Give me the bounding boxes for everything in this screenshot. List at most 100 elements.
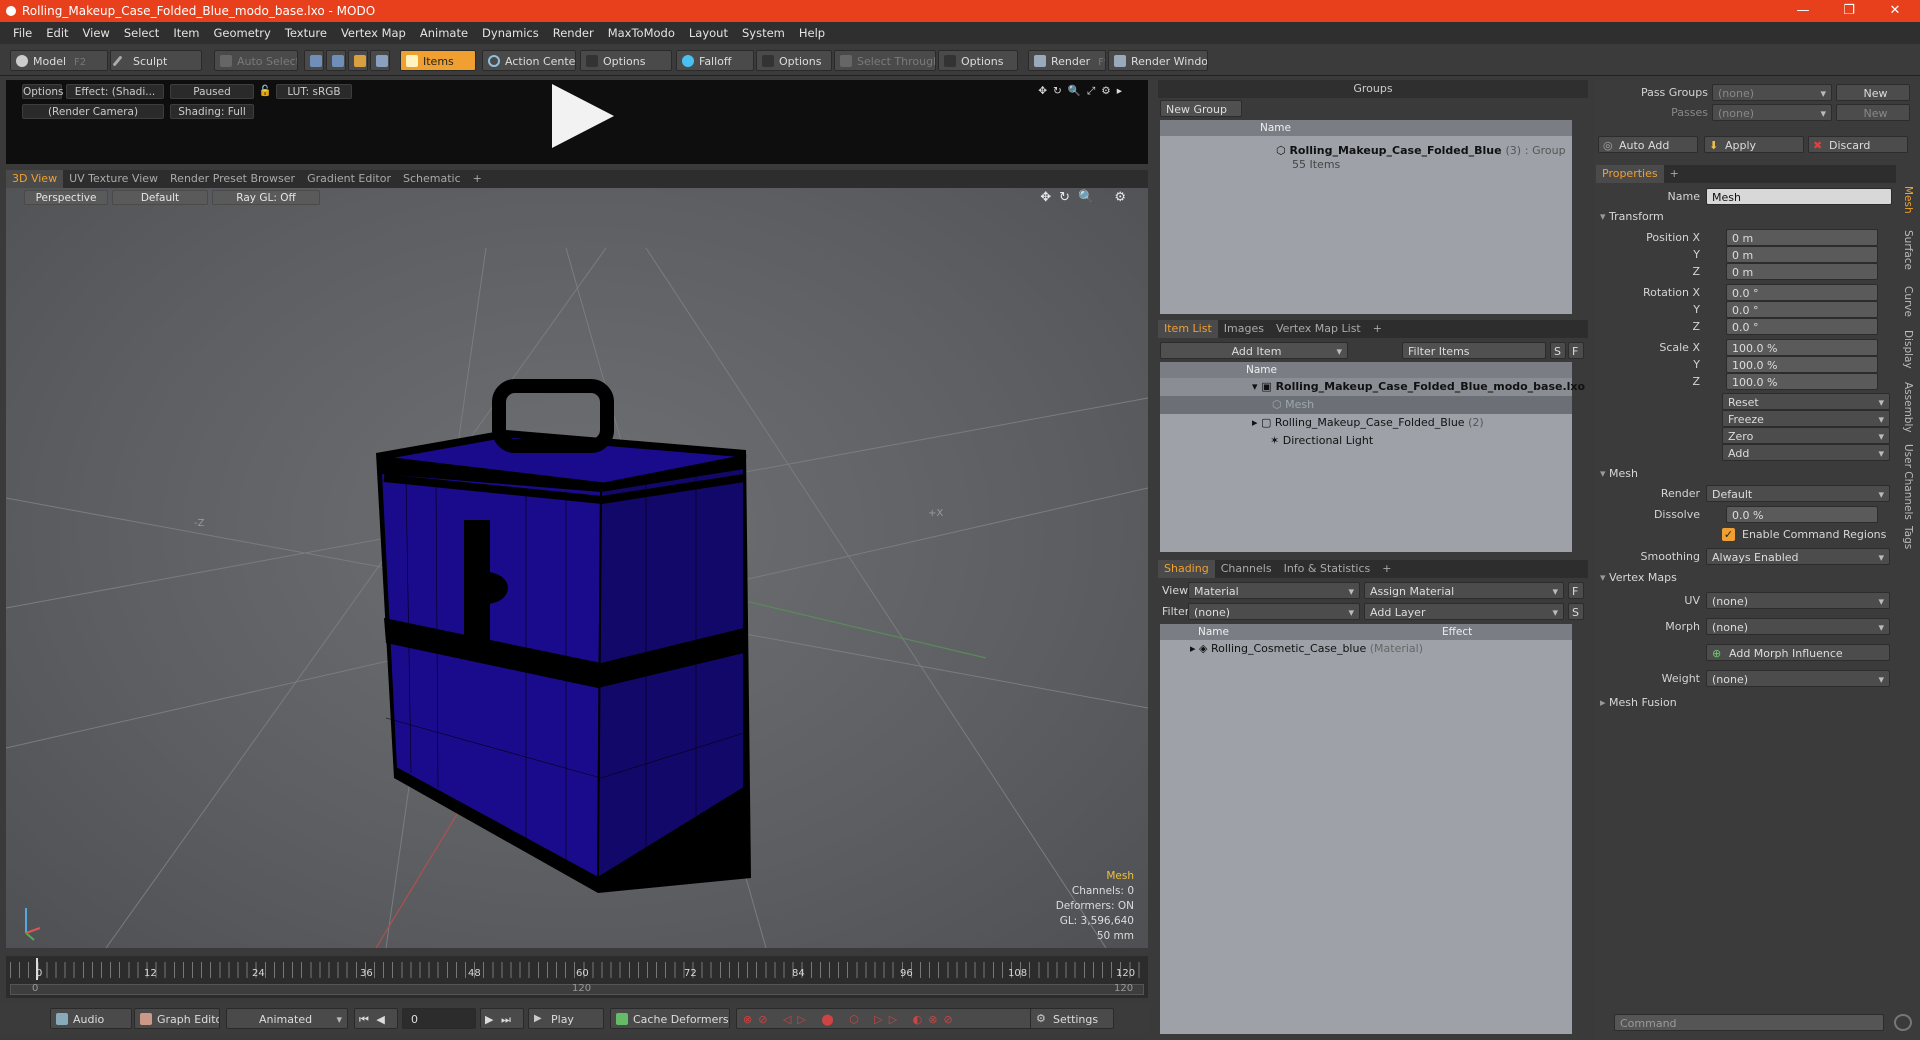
- minimize-button[interactable]: —: [1780, 0, 1826, 22]
- preview-camera-dropdown[interactable]: (Render Camera): [22, 104, 164, 119]
- passes-new-button[interactable]: New: [1836, 104, 1910, 121]
- skip-forward-buttons[interactable]: ▶ ⏭: [480, 1008, 524, 1029]
- menu-file[interactable]: File: [13, 26, 32, 40]
- menu-help[interactable]: Help: [799, 26, 825, 40]
- add-layer-dropdown[interactable]: Add Layer: [1364, 603, 1564, 620]
- apply-button[interactable]: ⬇ Apply: [1704, 136, 1804, 153]
- weight-dropdown[interactable]: (none): [1706, 670, 1890, 687]
- item-row-mesh[interactable]: ⬡ Mesh: [1160, 396, 1572, 414]
- menu-dynamics[interactable]: Dynamics: [482, 26, 539, 40]
- add-morph-influence-button[interactable]: ⊕ Add Morph Influence: [1706, 644, 1890, 661]
- preview-shading-dropdown[interactable]: Shading: Full: [170, 104, 254, 119]
- material-row[interactable]: ▸ ◈ Rolling_Cosmetic_Case_blue (Material…: [1190, 640, 1423, 658]
- auto-select-button[interactable]: Auto Select: [214, 50, 298, 71]
- position-z-field[interactable]: 0 m: [1726, 263, 1878, 280]
- audio-button[interactable]: Audio: [50, 1008, 132, 1029]
- scale-x-field[interactable]: 100.0 %: [1726, 339, 1878, 356]
- close-button[interactable]: ✕: [1872, 0, 1918, 22]
- vertex-maps-section[interactable]: ▾ Vertex Maps: [1600, 569, 1900, 586]
- menu-view[interactable]: View: [83, 26, 110, 40]
- item-row-light[interactable]: ✶ Directional Light: [1160, 432, 1373, 450]
- side-tab-display[interactable]: Display: [1902, 330, 1914, 369]
- discard-button[interactable]: ✖ Discard: [1808, 136, 1908, 153]
- side-tab-curve[interactable]: Curve: [1902, 286, 1914, 317]
- preview-effect-dropdown[interactable]: Effect: (Shadi...: [66, 84, 164, 99]
- timeline[interactable]: 0 12 24 36 48 60 72 84 96 108 120 0 120 …: [6, 956, 1148, 998]
- maximize-button[interactable]: ❐: [1826, 0, 1872, 22]
- tab-channels[interactable]: Channels: [1215, 560, 1278, 578]
- skip-back-buttons[interactable]: ⏮ ◀: [354, 1008, 398, 1029]
- materials-mode-button[interactable]: [370, 50, 390, 71]
- edges-mode-button[interactable]: [326, 50, 346, 71]
- mesh-fusion-section[interactable]: ▸ Mesh Fusion: [1600, 694, 1900, 711]
- menu-vertex-map[interactable]: Vertex Map: [341, 26, 406, 40]
- animated-dropdown[interactable]: Animated: [226, 1008, 348, 1029]
- smoothing-dropdown[interactable]: Always Enabled: [1706, 548, 1890, 565]
- select-through-options-button[interactable]: Options: [938, 50, 1018, 71]
- vertices-mode-button[interactable]: [304, 50, 324, 71]
- zero-dropdown[interactable]: Zero: [1722, 427, 1890, 444]
- freeze-dropdown[interactable]: Freeze: [1722, 410, 1890, 427]
- tab-item-list[interactable]: Item List: [1158, 320, 1218, 338]
- preview-options-button[interactable]: Options: [22, 84, 64, 99]
- tab-add[interactable]: +: [1367, 320, 1388, 338]
- tab-render-preset-browser[interactable]: Render Preset Browser: [164, 170, 301, 188]
- side-tab-surface[interactable]: Surface: [1902, 230, 1914, 270]
- shading-f-button[interactable]: F: [1568, 582, 1584, 599]
- render-dropdown[interactable]: Default: [1706, 485, 1890, 502]
- add-item-dropdown[interactable]: Add Item: [1160, 342, 1348, 359]
- menu-geometry[interactable]: Geometry: [214, 26, 271, 40]
- 3d-viewport[interactable]: Perspective Default Ray GL: Off ✥↻🔍 ⚙ -Z…: [6, 188, 1148, 948]
- preview-lut-dropdown[interactable]: LUT: sRGB: [276, 84, 352, 99]
- filter-items-input[interactable]: Filter Items: [1402, 342, 1546, 359]
- side-tab-tags[interactable]: Tags: [1902, 526, 1914, 549]
- tab-uv-texture-view[interactable]: UV Texture View: [63, 170, 164, 188]
- side-tab-mesh[interactable]: Mesh: [1902, 186, 1914, 214]
- shader-tree[interactable]: Name Effect ▸ ◈ Rolling_Cosmetic_Case_bl…: [1160, 624, 1572, 1034]
- item-list[interactable]: Name ▾ ▣ Rolling_Makeup_Case_Folded_Blue…: [1160, 362, 1585, 552]
- select-through-button[interactable]: Select Through: [834, 50, 936, 71]
- side-tab-assembly[interactable]: Assembly: [1902, 382, 1914, 433]
- rotation-x-field[interactable]: 0.0 °: [1726, 284, 1878, 301]
- pass-groups-dropdown[interactable]: (none): [1712, 84, 1832, 101]
- key-record-buttons[interactable]: ⊗⊘ ◁▷ ⬤ ⬡ ▷▷ ◐⊗⊘: [736, 1008, 1036, 1029]
- filter-f-button[interactable]: F: [1568, 342, 1584, 359]
- position-x-field[interactable]: 0 m: [1726, 229, 1878, 246]
- graph-editor-button[interactable]: Graph Editor: [134, 1008, 220, 1029]
- transform-section[interactable]: ▾ Transform: [1600, 208, 1900, 225]
- menu-edit[interactable]: Edit: [46, 26, 68, 40]
- frame-input[interactable]: 0: [402, 1008, 476, 1029]
- filter-s-button[interactable]: S: [1550, 342, 1566, 359]
- tab-add[interactable]: +: [467, 170, 488, 188]
- view-dropdown[interactable]: Material: [1188, 582, 1360, 599]
- preview-paused-button[interactable]: Paused: [170, 84, 254, 99]
- action-center-button[interactable]: Action Center: [482, 50, 576, 71]
- tab-add[interactable]: +: [1664, 165, 1685, 183]
- shading-s-button[interactable]: S: [1568, 603, 1584, 620]
- rotation-z-field[interactable]: 0.0 °: [1726, 318, 1878, 335]
- reset-dropdown[interactable]: Reset: [1722, 393, 1890, 410]
- menu-animate[interactable]: Animate: [420, 26, 468, 40]
- items-mode-button[interactable]: Items: [400, 50, 476, 71]
- morph-dropdown[interactable]: (none): [1706, 618, 1890, 635]
- falloff-button[interactable]: Falloff: [676, 50, 754, 71]
- item-row-group[interactable]: ▸ ▢ Rolling_Makeup_Case_Folded_Blue (2): [1160, 414, 1484, 432]
- menu-select[interactable]: Select: [124, 26, 159, 40]
- menu-texture[interactable]: Texture: [285, 26, 327, 40]
- action-center-options-button[interactable]: Options: [580, 50, 672, 71]
- item-row-scene[interactable]: ▾ ▣ Rolling_Makeup_Case_Folded_Blue_modo…: [1160, 378, 1585, 396]
- lock-icon[interactable]: 🔓: [258, 84, 272, 99]
- uv-dropdown[interactable]: (none): [1706, 592, 1890, 609]
- tab-properties[interactable]: Properties: [1596, 165, 1664, 183]
- tab-images[interactable]: Images: [1218, 320, 1270, 338]
- groups-list[interactable]: Name ⬡ Rolling_Makeup_Case_Folded_Blue (…: [1160, 120, 1572, 314]
- tab-3d-view[interactable]: 3D View: [6, 170, 64, 188]
- name-input[interactable]: Mesh: [1706, 188, 1892, 205]
- enable-command-regions-checkbox[interactable]: ✓: [1722, 528, 1735, 541]
- scale-z-field[interactable]: 100.0 %: [1726, 373, 1878, 390]
- tab-gradient-editor[interactable]: Gradient Editor: [301, 170, 397, 188]
- cache-deformers-button[interactable]: Cache Deformers: [610, 1008, 730, 1029]
- rotation-y-field[interactable]: 0.0 °: [1726, 301, 1878, 318]
- side-tab-user-channels[interactable]: User Channels: [1902, 444, 1914, 520]
- assign-material-dropdown[interactable]: Assign Material: [1364, 582, 1564, 599]
